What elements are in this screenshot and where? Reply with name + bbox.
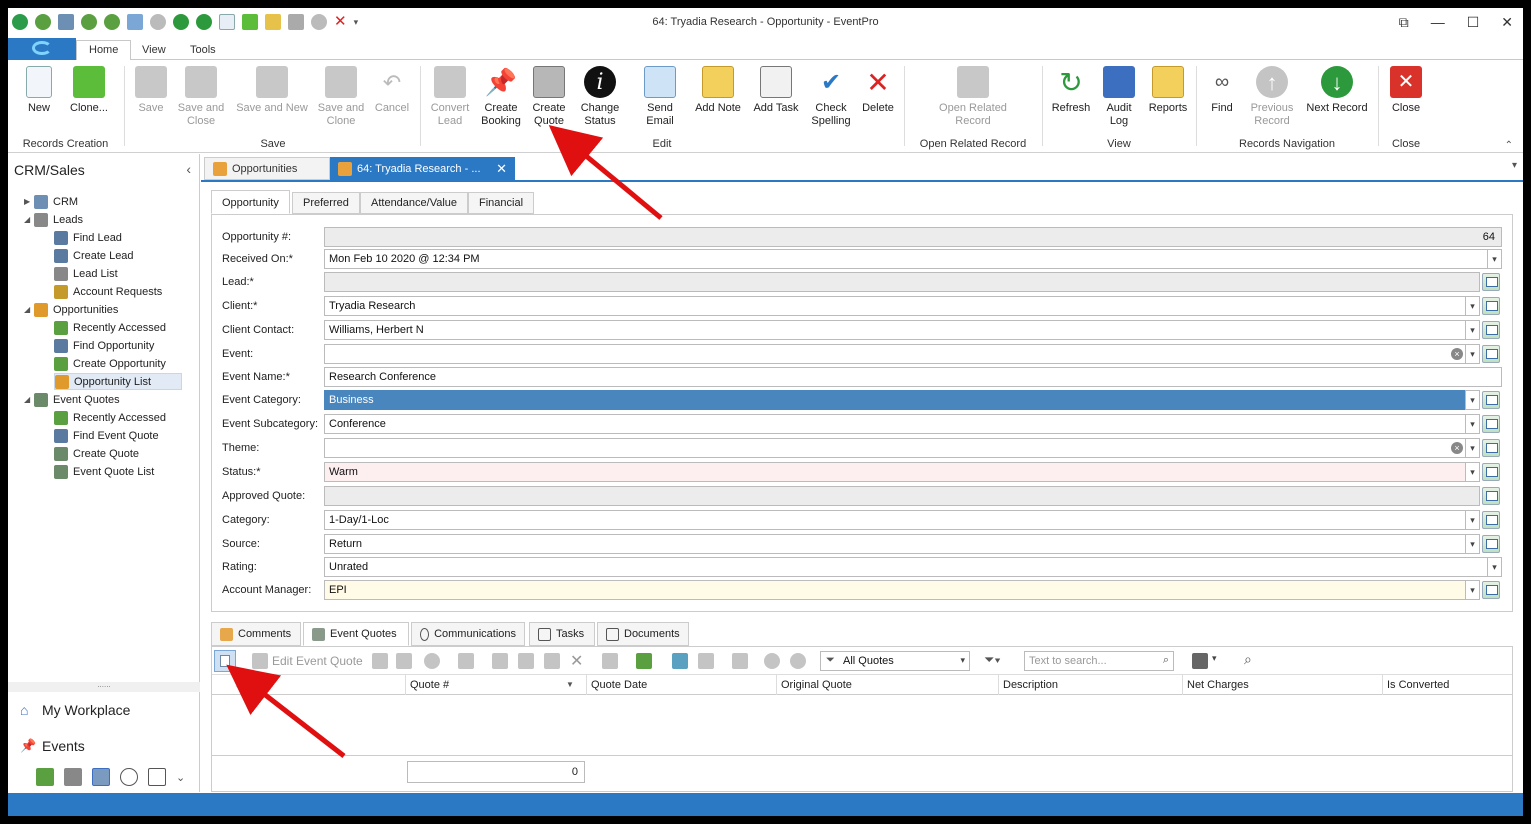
annotation-arrows	[226, 125, 663, 758]
eventpro-window: ✕ ▾ 64: Tryadia Research - Opportunity -…	[8, 8, 1523, 816]
arrow-to-new-quote-button	[226, 664, 346, 758]
arrow-to-create-quote	[548, 125, 663, 220]
